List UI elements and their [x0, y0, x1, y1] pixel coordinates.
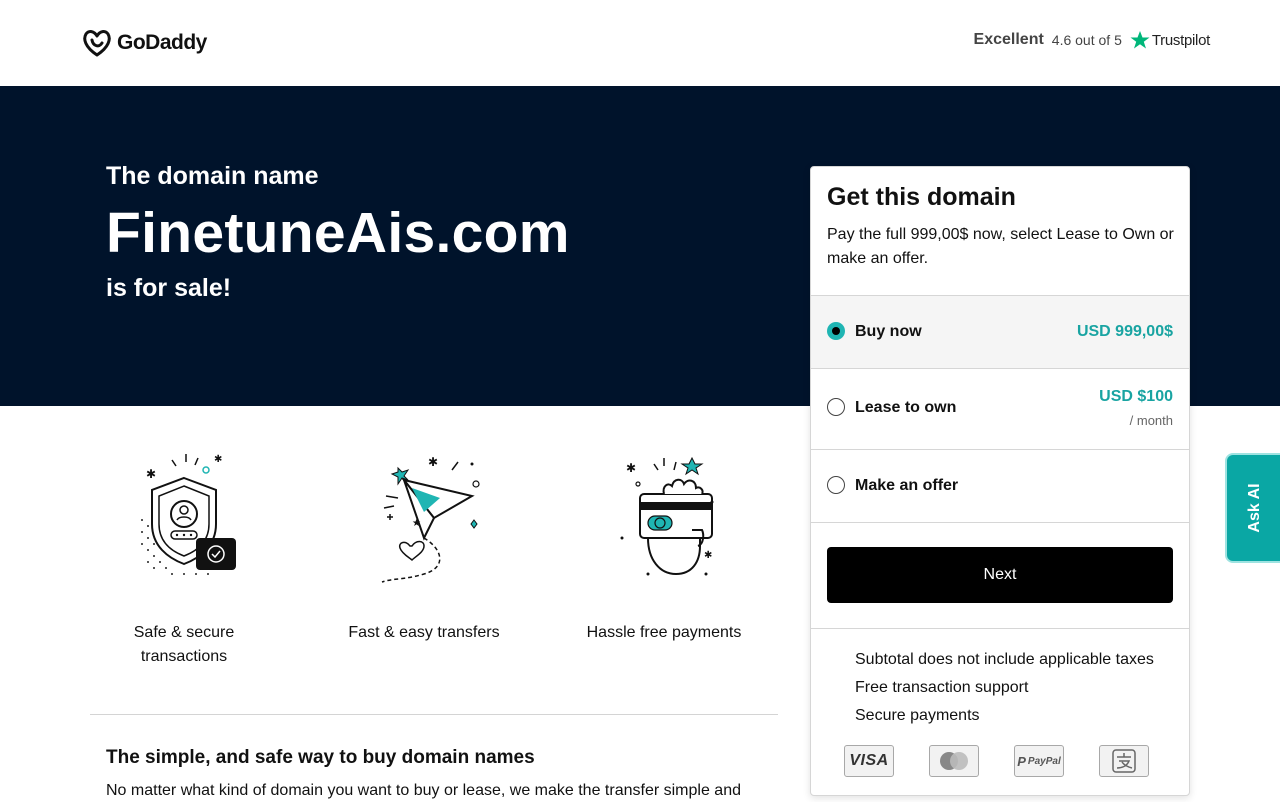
card-description: Pay the full 999,00$ now, select Lease t… [827, 226, 1174, 267]
paper-plane-icon: ✱ ★ [381, 455, 480, 583]
option-label: Buy now [855, 323, 922, 340]
ask-ai-button[interactable]: Ask AI [1225, 453, 1280, 563]
feature-secure: ✱ ✱ Safe & secure transactions [64, 450, 304, 669]
option-label: Lease to own [855, 399, 957, 416]
radio-buy-now[interactable] [827, 322, 845, 340]
ask-ai-label: Ask AI [1246, 483, 1263, 533]
info-title: The simple, and safe way to buy domain n… [106, 747, 535, 768]
feature-transfers: ✱ ★ Fast & easy transfers [304, 450, 544, 645]
option-label: Make an offer [855, 477, 959, 494]
card-benefits: Subtotal does not include applicable tax… [811, 628, 1189, 795]
benefit-item: Subtotal does not include applicable tax… [855, 651, 1154, 668]
visa-icon: VISA [844, 745, 894, 777]
card-hand-icon: ✱ ✱ [620, 456, 714, 576]
option-price: USD 999,00$ [1076, 323, 1173, 340]
radio-make-offer[interactable] [827, 476, 845, 494]
domain-name: FinetuneAis.com [106, 201, 570, 265]
section-divider [90, 714, 778, 715]
benefit-item: Free transaction support [855, 679, 1029, 696]
brand-name: GoDaddy [117, 31, 207, 54]
trustpilot-rating[interactable]: Excellent 4.6 out of 5 Trustpilot [974, 30, 1210, 50]
next-button[interactable]: Next [827, 547, 1173, 603]
hero-subtitle: is for sale! [106, 274, 232, 302]
option-make-offer[interactable]: Make an offer [811, 449, 1189, 523]
option-price: USD $100 [1099, 388, 1173, 405]
svg-text:★: ★ [412, 518, 421, 529]
feature-label: Safe & secure transactions [133, 624, 235, 665]
feature-label: Fast & easy transfers [348, 624, 500, 641]
payment-methods: VISA P PayPal [844, 745, 1149, 777]
mastercard-icon [929, 745, 979, 777]
svg-text:✱: ✱ [626, 461, 636, 475]
hero-pretitle: The domain name [106, 162, 319, 190]
shield-user-icon: ✱ ✱ [141, 454, 236, 575]
svg-text:✱: ✱ [146, 467, 156, 481]
info-text: No matter what kind of domain you want t… [106, 782, 741, 799]
next-section: Next [811, 522, 1189, 629]
paypal-wordmark: PayPal [1027, 755, 1061, 767]
paypal-icon: P PayPal [1014, 745, 1064, 777]
visa-wordmark: VISA [849, 752, 889, 769]
option-lease-to-own[interactable]: Lease to own USD $100 / month [811, 368, 1189, 450]
godaddy-logo[interactable]: GoDaddy [81, 29, 207, 57]
purchase-card: Get this domain Pay the full 999,00$ now… [810, 166, 1190, 796]
trustpilot-label: Trustpilot [1151, 31, 1210, 49]
trustpilot-star-icon [1130, 31, 1150, 49]
trust-excellent: Excellent [973, 31, 1044, 48]
option-price-period: / month [1129, 413, 1173, 428]
site-header: GoDaddy Excellent 4.6 out of 5 Trustpilo… [0, 0, 1280, 86]
benefit-item: Secure payments [855, 707, 980, 724]
svg-text:✱: ✱ [428, 455, 438, 469]
svg-text:✱: ✱ [214, 454, 222, 465]
option-buy-now[interactable]: Buy now USD 999,00$ [811, 295, 1189, 369]
trust-score: 4.6 out of 5 [1051, 32, 1122, 48]
alipay-icon [1099, 745, 1149, 777]
card-title: Get this domain [827, 183, 1016, 211]
feature-label: Hassle free payments [586, 624, 742, 641]
godaddy-logo-icon [83, 30, 111, 57]
radio-lease-to-own[interactable] [827, 398, 845, 416]
trustpilot-brand: Trustpilot [1130, 30, 1210, 50]
svg-text:✱: ✱ [704, 550, 712, 561]
feature-payments: ✱ ✱ Hassle free payments [544, 450, 784, 645]
